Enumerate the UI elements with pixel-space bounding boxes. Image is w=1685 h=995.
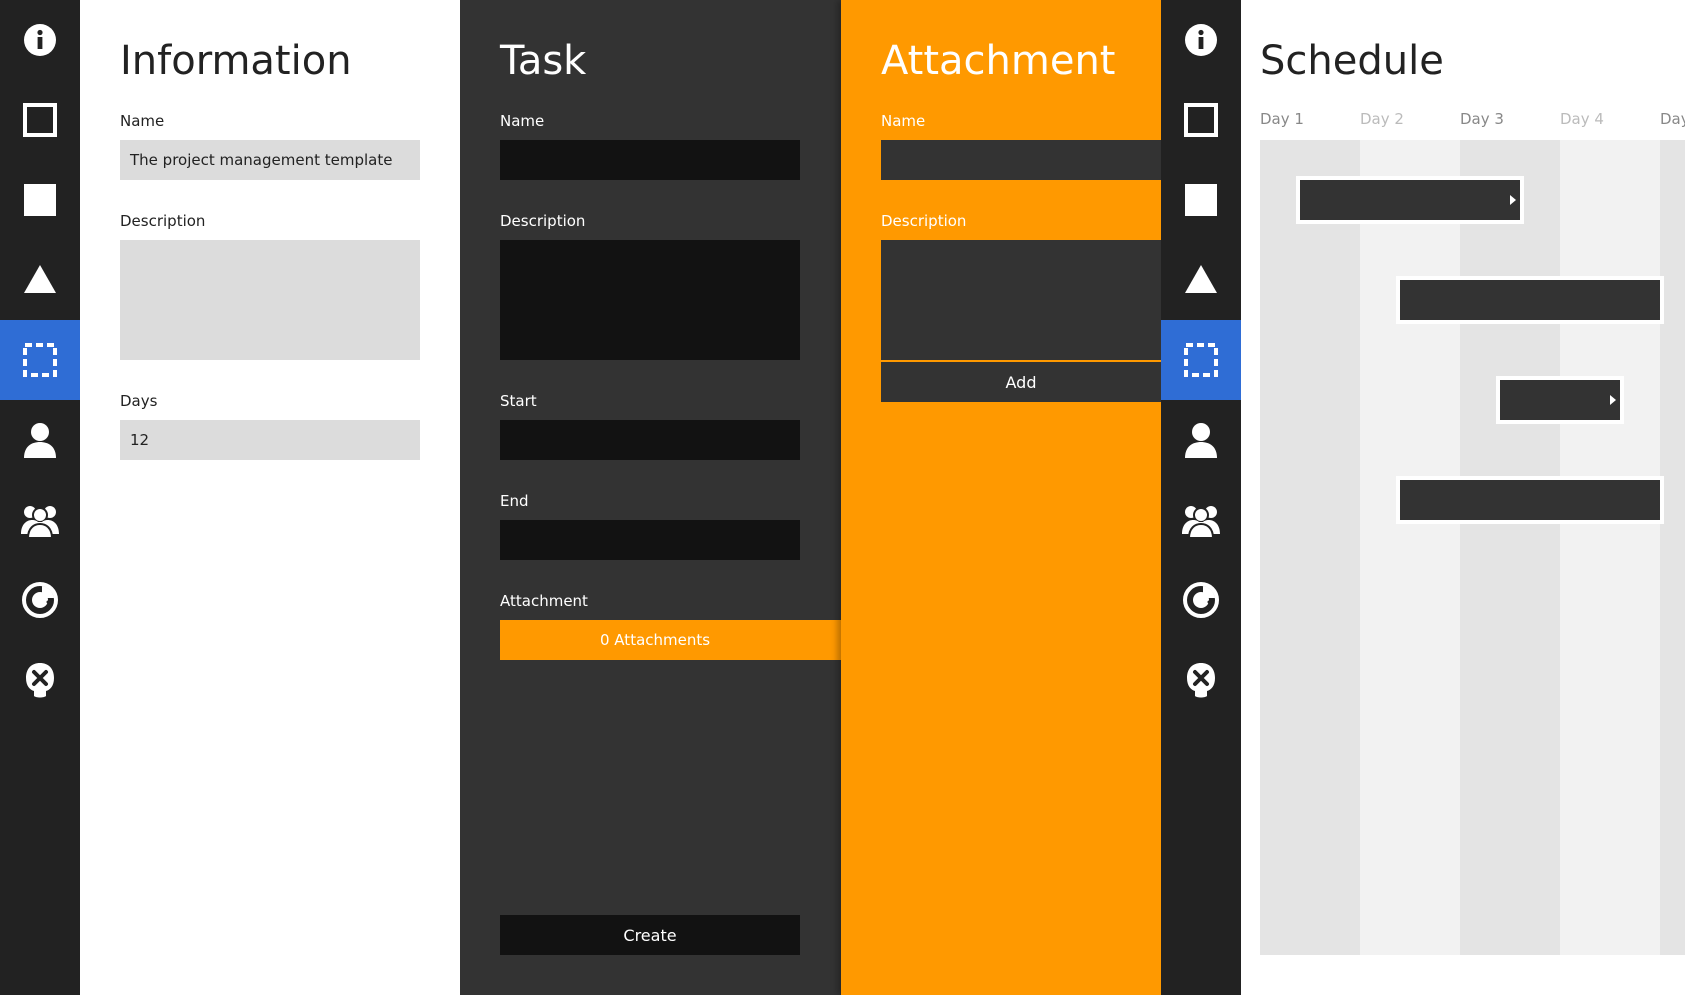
day-label: Day [1660, 110, 1685, 128]
attachment-description-field[interactable] [881, 240, 1161, 360]
task-bar[interactable] [1396, 476, 1664, 524]
sidebar2-item-square-outline[interactable] [1161, 80, 1241, 160]
info-name-label: Name [120, 112, 165, 130]
attachment-name-label: Name [881, 112, 926, 130]
sidebar-item-square-outline[interactable] [0, 80, 80, 160]
user-icon [24, 423, 56, 458]
attachment-panel: Attachment Name Description Add [841, 0, 1161, 995]
expand-arrow-icon[interactable] [1610, 395, 1616, 405]
information-title: Information [120, 38, 352, 84]
triangle-icon [24, 265, 56, 293]
sidebar-item-square-filled[interactable] [0, 160, 80, 240]
day-column [1560, 140, 1660, 955]
close-user-icon [26, 663, 54, 698]
sidebar-item-selection[interactable] [0, 320, 80, 400]
task-bar[interactable] [1396, 276, 1664, 324]
info-description-label: Description [120, 212, 206, 230]
sidebar2-item-user[interactable] [1161, 400, 1241, 480]
square-outline-icon [1184, 103, 1218, 137]
chart-icon [22, 582, 58, 618]
day-column [1660, 140, 1685, 955]
task-bar[interactable] [1496, 376, 1624, 424]
info-icon [1185, 24, 1217, 56]
sidebar2-item-selection[interactable] [1161, 320, 1241, 400]
day-label: Day 1 [1260, 110, 1304, 128]
right-sidebar [1161, 0, 1241, 995]
users-group-icon [21, 506, 59, 539]
task-attachment-label: Attachment [500, 592, 588, 610]
task-name-field[interactable] [500, 140, 800, 180]
close-user-icon [1187, 663, 1215, 698]
day-label: Day 3 [1460, 110, 1504, 128]
attachment-description-label: Description [881, 212, 967, 230]
expand-arrow-icon[interactable] [1510, 195, 1516, 205]
task-description-field[interactable] [500, 240, 800, 360]
task-end-field[interactable] [500, 520, 800, 560]
chart-icon [1183, 582, 1219, 618]
info-icon [24, 24, 56, 56]
task-end-label: End [500, 492, 529, 510]
sidebar-item-chart[interactable] [0, 560, 80, 640]
sidebar-item-users[interactable] [0, 480, 80, 560]
attachment-name-field[interactable] [881, 140, 1161, 180]
day-column [1260, 140, 1360, 955]
attachments-button[interactable]: 0 Attachments [500, 620, 841, 660]
sidebar2-item-users[interactable] [1161, 480, 1241, 560]
sidebar2-item-triangle[interactable] [1161, 240, 1241, 320]
schedule-title: Schedule [1260, 38, 1444, 84]
day-label: Day 4 [1560, 110, 1604, 128]
task-name-label: Name [500, 112, 545, 130]
sidebar-item-triangle[interactable] [0, 240, 80, 320]
task-panel: Task Name Description Start End Attachme… [460, 0, 841, 995]
sidebar2-item-info[interactable] [1161, 0, 1241, 80]
task-bar[interactable] [1296, 176, 1524, 224]
square-filled-icon [1185, 184, 1217, 216]
info-days-field[interactable]: 12 [120, 420, 420, 460]
dashed-selection-icon [23, 343, 57, 377]
info-name-field[interactable]: The project management template [120, 140, 420, 180]
sidebar2-item-chart[interactable] [1161, 560, 1241, 640]
square-outline-icon [23, 103, 57, 137]
user-icon [1185, 423, 1217, 458]
schedule-grid [1260, 140, 1685, 955]
info-description-field[interactable] [120, 240, 420, 360]
day-label: Day 2 [1360, 110, 1404, 128]
sidebar2-item-square-filled[interactable] [1161, 160, 1241, 240]
day-column [1460, 140, 1560, 955]
square-filled-icon [24, 184, 56, 216]
sidebar-item-close[interactable] [0, 640, 80, 720]
add-button[interactable]: Add [881, 362, 1161, 402]
triangle-icon [1185, 265, 1217, 293]
day-column [1360, 140, 1460, 955]
info-days-label: Days [120, 392, 158, 410]
sidebar-item-info[interactable] [0, 0, 80, 80]
task-description-label: Description [500, 212, 586, 230]
dashed-selection-icon [1184, 343, 1218, 377]
task-start-label: Start [500, 392, 537, 410]
create-button[interactable]: Create [500, 915, 800, 955]
task-title: Task [500, 38, 587, 84]
left-sidebar [0, 0, 80, 995]
task-start-field[interactable] [500, 420, 800, 460]
sidebar-item-user[interactable] [0, 400, 80, 480]
attachment-title: Attachment [881, 38, 1116, 84]
users-group-icon [1182, 506, 1220, 539]
sidebar2-item-close[interactable] [1161, 640, 1241, 720]
